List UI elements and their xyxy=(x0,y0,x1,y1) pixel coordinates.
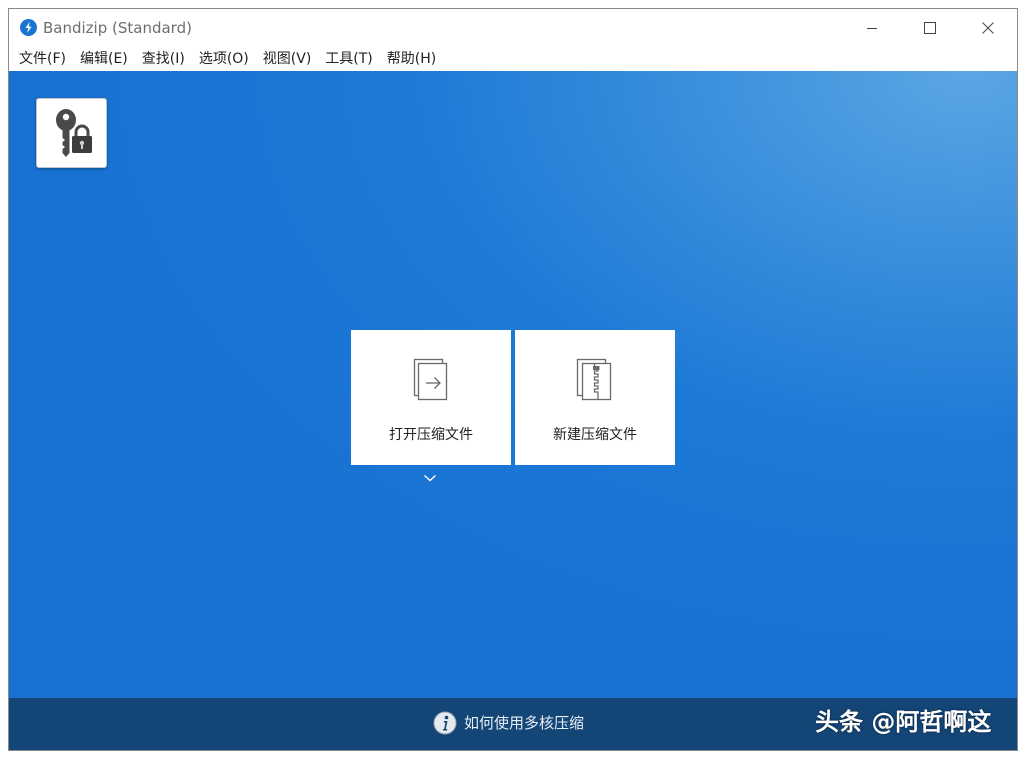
bandizip-logo-icon xyxy=(20,19,37,36)
title-bar[interactable]: Bandizip (Standard) xyxy=(9,9,1017,47)
menu-bar: 文件(F) 编辑(E) 查找(I) 选项(O) 视图(V) 工具(T) 帮助(H… xyxy=(9,47,1017,71)
info-icon xyxy=(433,711,457,735)
main-panel: 打开压缩文件 新建压缩文件 xyxy=(9,71,1017,698)
maximize-button[interactable] xyxy=(901,9,959,47)
tip-link[interactable]: 如何使用多核压缩 xyxy=(464,713,584,733)
minimize-icon xyxy=(867,28,877,29)
open-archive-button[interactable]: 打开压缩文件 xyxy=(351,330,511,465)
close-icon xyxy=(982,22,994,34)
password-manager-button[interactable] xyxy=(36,98,107,168)
menu-file[interactable]: 文件(F) xyxy=(12,48,73,70)
menu-view[interactable]: 视图(V) xyxy=(256,48,319,70)
open-archive-icon xyxy=(413,358,448,401)
maximize-icon xyxy=(924,22,936,34)
app-window: Bandizip (Standard) 文件(F) 编辑(E) 查找(I) 选项… xyxy=(8,8,1018,751)
new-archive-button[interactable]: 新建压缩文件 xyxy=(515,330,675,465)
key-lock-icon xyxy=(55,109,92,157)
menu-find[interactable]: 查找(I) xyxy=(135,48,192,70)
menu-options[interactable]: 选项(O) xyxy=(192,48,256,70)
minimize-button[interactable] xyxy=(843,9,901,47)
chevron-down-icon[interactable] xyxy=(423,473,437,483)
menu-tools[interactable]: 工具(T) xyxy=(318,48,379,70)
menu-help[interactable]: 帮助(H) xyxy=(380,48,443,70)
menu-edit[interactable]: 编辑(E) xyxy=(73,48,135,70)
open-archive-label: 打开压缩文件 xyxy=(389,427,473,443)
new-archive-icon xyxy=(576,358,612,401)
watermark-text: 头条 @阿哲啊这 xyxy=(815,708,992,736)
window-title: Bandizip (Standard) xyxy=(43,19,192,37)
new-archive-label: 新建压缩文件 xyxy=(553,427,637,443)
close-button[interactable] xyxy=(959,9,1017,47)
status-bar: 如何使用多核压缩 头条 @阿哲啊这 xyxy=(9,698,1017,750)
